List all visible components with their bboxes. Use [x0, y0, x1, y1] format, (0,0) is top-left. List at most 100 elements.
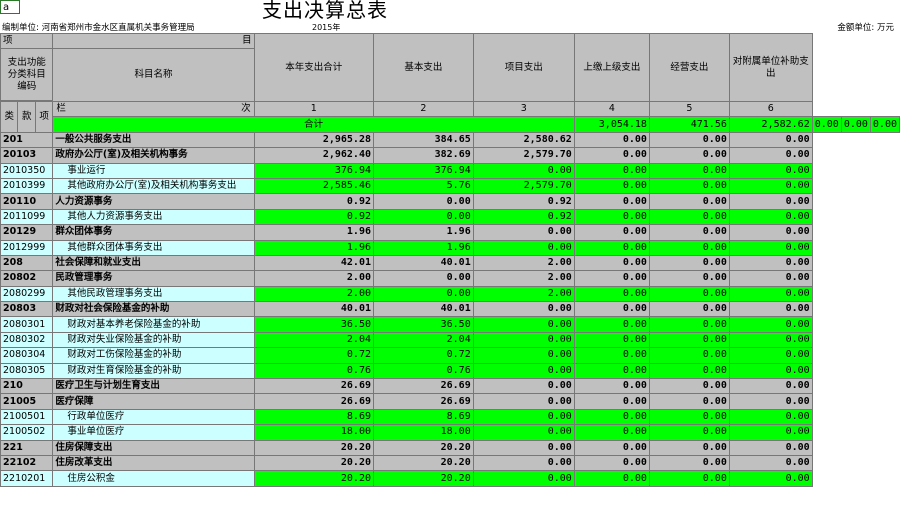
row-value-3[interactable]: 0.00 [472, 378, 575, 395]
row-code[interactable]: 2010399 [0, 177, 54, 195]
row-value-2[interactable]: 382.69 [373, 147, 474, 164]
row-value-6[interactable]: 0.00 [728, 254, 813, 272]
row-value-1[interactable]: 20.20 [253, 439, 375, 456]
row-value-4[interactable]: 0.00 [573, 424, 650, 441]
row-name[interactable]: 医疗卫生与计划生育支出 [52, 378, 255, 395]
row-value-5[interactable]: 0.00 [648, 347, 730, 364]
row-value-5[interactable]: 0.00 [648, 162, 730, 179]
row-value-2[interactable]: 40.01 [373, 301, 474, 318]
row-value-3[interactable]: 2.00 [472, 254, 575, 272]
row-value-6[interactable]: 0.00 [728, 454, 813, 472]
row-value-6[interactable]: 0.00 [728, 378, 813, 395]
row-value-6[interactable]: 0.00 [728, 285, 813, 303]
row-value-6[interactable]: 0.00 [728, 393, 813, 410]
row-value-5[interactable]: 0.00 [648, 393, 730, 410]
row-value-2[interactable]: 1.96 [373, 224, 474, 241]
row-value-4[interactable]: 0.00 [573, 316, 650, 333]
row-value-2[interactable]: 20.20 [373, 470, 474, 487]
row-value-3[interactable]: 0.00 [472, 347, 575, 364]
row-value-5[interactable]: 0.00 [648, 147, 730, 164]
row-code[interactable]: 20803 [0, 301, 54, 318]
row-value-1[interactable]: 8.69 [253, 408, 375, 426]
row-code[interactable]: 20103 [0, 147, 54, 164]
row-value-3[interactable]: 2.00 [472, 270, 575, 287]
row-name[interactable]: 住房保障支出 [52, 439, 255, 456]
row-name[interactable]: 医疗保障 [52, 393, 255, 410]
row-value-4[interactable]: 0.00 [573, 347, 650, 364]
row-name[interactable]: 财政对社会保险基金的补助 [52, 301, 255, 318]
row-value-3[interactable]: 2,580.62 [472, 131, 575, 149]
row-name[interactable]: 住房公积金 [52, 470, 255, 487]
row-code[interactable]: 2080302 [0, 331, 54, 349]
row-value-1[interactable]: 2.04 [253, 331, 375, 349]
row-value-1[interactable]: 42.01 [253, 254, 375, 272]
row-name[interactable]: 群众团体事务 [52, 224, 255, 241]
row-value-5[interactable]: 0.00 [648, 131, 730, 149]
row-name[interactable]: 事业运行 [52, 162, 255, 179]
row-value-2[interactable]: 18.00 [373, 424, 474, 441]
row-value-4[interactable]: 0.00 [573, 208, 650, 226]
row-value-6[interactable]: 0.00 [728, 424, 813, 441]
row-value-1[interactable]: 1.96 [253, 224, 375, 241]
total-value-1[interactable]: 3,054.18 [573, 116, 650, 133]
row-value-4[interactable]: 0.00 [573, 378, 650, 395]
row-value-4[interactable]: 0.00 [573, 239, 650, 256]
row-code[interactable]: 2210201 [0, 470, 54, 487]
row-value-2[interactable]: 0.00 [373, 270, 474, 287]
row-value-2[interactable]: 26.69 [373, 378, 474, 395]
row-name[interactable]: 其他民政管理事务支出 [52, 285, 255, 303]
row-value-5[interactable]: 0.00 [648, 285, 730, 303]
row-value-6[interactable]: 0.00 [728, 193, 813, 210]
row-value-6[interactable]: 0.00 [728, 331, 813, 349]
total-value-5[interactable]: 0.00 [840, 116, 871, 133]
row-name[interactable]: 财政对失业保险基金的补助 [52, 331, 255, 349]
row-value-2[interactable]: 2.04 [373, 331, 474, 349]
row-value-2[interactable]: 20.20 [373, 439, 474, 456]
row-code[interactable]: 2080301 [0, 316, 54, 333]
row-code[interactable]: 2012999 [0, 239, 54, 256]
row-value-4[interactable]: 0.00 [573, 177, 650, 195]
row-value-6[interactable]: 0.00 [728, 147, 813, 164]
row-code[interactable]: 2010350 [0, 162, 54, 179]
row-value-5[interactable]: 0.00 [648, 301, 730, 318]
row-value-6[interactable]: 0.00 [728, 316, 813, 333]
row-value-6[interactable]: 0.00 [728, 301, 813, 318]
row-code[interactable]: 210 [0, 378, 54, 395]
row-value-1[interactable]: 40.01 [253, 301, 375, 318]
row-value-3[interactable]: 0.92 [472, 193, 575, 210]
selected-cell[interactable]: a [0, 0, 20, 14]
total-value-3[interactable]: 2,582.62 [728, 116, 813, 133]
row-value-2[interactable]: 20.20 [373, 454, 474, 472]
row-value-2[interactable]: 0.00 [373, 285, 474, 303]
row-value-4[interactable]: 0.00 [573, 254, 650, 272]
row-code[interactable]: 2011099 [0, 208, 54, 226]
row-value-3[interactable]: 0.00 [472, 470, 575, 487]
row-value-1[interactable]: 20.20 [253, 470, 375, 487]
row-code[interactable]: 208 [0, 254, 54, 272]
row-value-4[interactable]: 0.00 [573, 393, 650, 410]
row-value-5[interactable]: 0.00 [648, 254, 730, 272]
row-value-4[interactable]: 0.00 [573, 439, 650, 456]
row-value-3[interactable]: 0.00 [472, 408, 575, 426]
row-value-1[interactable]: 26.69 [253, 378, 375, 395]
row-name[interactable]: 人力资源事务 [52, 193, 255, 210]
row-code[interactable]: 2100501 [0, 408, 54, 426]
row-value-2[interactable]: 36.50 [373, 316, 474, 333]
row-name[interactable]: 其他政府办公厅(室)及相关机构事务支出 [52, 177, 255, 195]
row-value-5[interactable]: 0.00 [648, 177, 730, 195]
row-value-2[interactable]: 376.94 [373, 162, 474, 179]
row-value-3[interactable]: 2,579.70 [472, 147, 575, 164]
row-value-6[interactable]: 0.00 [728, 224, 813, 241]
row-value-1[interactable]: 376.94 [253, 162, 375, 179]
row-name[interactable]: 住房改革支出 [52, 454, 255, 472]
row-value-1[interactable]: 2,585.46 [253, 177, 375, 195]
row-value-3[interactable]: 0.92 [472, 208, 575, 226]
row-value-6[interactable]: 0.00 [728, 208, 813, 226]
row-value-1[interactable]: 20.20 [253, 454, 375, 472]
row-value-3[interactable]: 0.00 [472, 424, 575, 441]
row-value-4[interactable]: 0.00 [573, 301, 650, 318]
total-value-6[interactable]: 0.00 [869, 116, 900, 133]
row-value-1[interactable]: 2,962.40 [253, 147, 375, 164]
row-value-3[interactable]: 0.00 [472, 162, 575, 179]
row-name[interactable]: 民政管理事务 [52, 270, 255, 287]
